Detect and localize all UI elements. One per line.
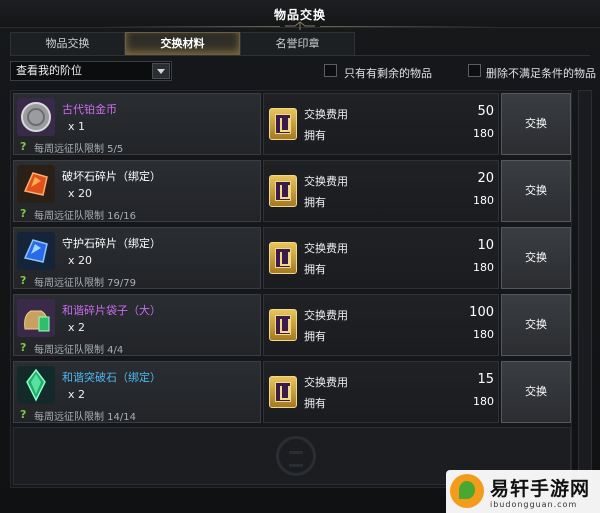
cost-label: 交换费用 <box>304 242 348 255</box>
item-info: 守护石碎片（绑定） x 20 ? 每周远征队限制 79/79 <box>13 227 261 289</box>
refresh-watermark-icon <box>276 436 316 476</box>
cost-panel: 交换费用 拥有 100 180 <box>263 294 499 356</box>
item-quantity: x 20 <box>68 187 93 200</box>
cost-value: 50 <box>477 104 494 119</box>
item-quantity: x 2 <box>68 388 86 401</box>
honor-seal-currency-icon <box>269 309 297 341</box>
item-quantity: x 2 <box>68 321 86 334</box>
cost-label: 交换费用 <box>304 309 348 322</box>
filter-row: 查看我的阶位 只有有剩余的物品 删除不满足条件的物品 <box>10 61 596 83</box>
cost-label: 交换费用 <box>304 175 348 188</box>
owned-label: 拥有 <box>304 397 326 410</box>
owned-label: 拥有 <box>304 263 326 276</box>
cost-value: 10 <box>477 238 494 253</box>
title-ornament-line-right <box>320 26 500 27</box>
cost-panel: 交换费用 拥有 15 180 <box>263 361 499 423</box>
owned-value: 180 <box>473 395 494 408</box>
question-icon[interactable]: ? <box>20 207 26 220</box>
cost-panel: 交换费用 拥有 20 180 <box>263 160 499 222</box>
tab-bar: 物品交换 交换材料 名誉印章 <box>10 32 356 56</box>
hide-unmet-label: 删除不满足条件的物品 <box>486 67 596 80</box>
cost-value: 15 <box>477 372 494 387</box>
ancient-platinum-coin-icon <box>17 98 55 136</box>
exchange-window: 物品交换 物品交换 交换材料 名誉印章 查看我的阶位 只有有剩余的物品 删除不满… <box>0 0 600 513</box>
tab-item-exchange[interactable]: 物品交换 <box>10 32 125 56</box>
weekly-limit: 每周远征队限制 16/16 <box>34 211 136 222</box>
destruction-stone-fragment-icon <box>17 165 55 203</box>
guardian-stone-fragment-icon <box>17 232 55 270</box>
item-name: 古代铂金币 <box>62 103 117 116</box>
tab-exchange-materials[interactable]: 交换材料 <box>125 32 240 56</box>
item-name: 和谐突破石（绑定） <box>62 371 161 384</box>
exchange-button[interactable]: 交换 <box>501 93 571 155</box>
owned-value: 180 <box>473 261 494 274</box>
item-name: 和谐碎片袋子（大） <box>62 304 161 317</box>
question-icon[interactable]: ? <box>20 274 26 287</box>
list-item: 守护石碎片（绑定） x 20 ? 每周远征队限制 79/79 交换费用 拥有 1… <box>13 227 571 289</box>
only-remaining-label: 只有有剩余的物品 <box>344 67 432 80</box>
item-info: 和谐突破石（绑定） x 2 ? 每周远征队限制 14/14 <box>13 361 261 423</box>
watermark-text: 易轩手游网 <box>490 478 591 500</box>
list-item: 和谐突破石（绑定） x 2 ? 每周远征队限制 14/14 交换费用 拥有 15… <box>13 361 571 423</box>
watermark-logo-icon <box>450 474 484 508</box>
title-ornament-line-left <box>100 26 280 27</box>
cost-label: 交换费用 <box>304 108 348 121</box>
item-name: 破坏石碎片（绑定） <box>62 170 161 183</box>
tab-honor-seals[interactable]: 名誉印章 <box>240 32 355 56</box>
exchange-button[interactable]: 交换 <box>501 361 571 423</box>
honor-seal-currency-icon <box>269 242 297 274</box>
item-quantity: x 1 <box>68 120 86 133</box>
exchange-button[interactable]: 交换 <box>501 294 571 356</box>
item-quantity: x 20 <box>68 254 93 267</box>
hide-unmet-checkbox[interactable] <box>468 64 481 77</box>
cost-value: 20 <box>477 171 494 186</box>
scrollbar[interactable] <box>578 90 592 488</box>
tabs-divider <box>10 55 590 56</box>
owned-value: 180 <box>473 194 494 207</box>
exchange-button[interactable]: 交换 <box>501 227 571 289</box>
owned-label: 拥有 <box>304 129 326 142</box>
item-info: 破坏石碎片（绑定） x 20 ? 每周远征队限制 16/16 <box>13 160 261 222</box>
weekly-limit: 每周远征队限制 14/14 <box>34 412 136 423</box>
weekly-limit: 每周远征队限制 79/79 <box>34 278 136 289</box>
chevron-down-icon[interactable] <box>152 63 170 79</box>
cost-label: 交换费用 <box>304 376 348 389</box>
item-name: 守护石碎片（绑定） <box>62 237 161 250</box>
title-bar: 物品交换 <box>0 0 600 30</box>
list-item: 和谐碎片袋子（大） x 2 ? 每周远征队限制 4/4 交换费用 拥有 100 … <box>13 294 571 356</box>
list-item: 破坏石碎片（绑定） x 20 ? 每周远征队限制 16/16 交换费用 拥有 2… <box>13 160 571 222</box>
exchange-list: 古代铂金币 x 1 ? 每周远征队限制 5/5 交换费用 拥有 50 180 交… <box>10 90 572 488</box>
item-info: 和谐碎片袋子（大） x 2 ? 每周远征队限制 4/4 <box>13 294 261 356</box>
owned-value: 180 <box>473 328 494 341</box>
weekly-limit: 每周远征队限制 4/4 <box>34 345 124 356</box>
tier-select[interactable]: 查看我的阶位 <box>10 61 172 81</box>
harmony-leapstone-icon <box>17 366 55 404</box>
only-remaining-checkbox[interactable] <box>324 64 337 77</box>
question-icon[interactable]: ? <box>20 408 26 421</box>
question-icon[interactable]: ? <box>20 140 26 153</box>
list-item: 古代铂金币 x 1 ? 每周远征队限制 5/5 交换费用 拥有 50 180 交… <box>13 93 571 155</box>
site-watermark: 易轩手游网 ibudongguan.com <box>446 470 600 513</box>
weekly-limit: 每周远征队限制 5/5 <box>34 144 124 155</box>
harmony-shard-pouch-icon <box>17 299 55 337</box>
question-icon[interactable]: ? <box>20 341 26 354</box>
owned-label: 拥有 <box>304 330 326 343</box>
cost-panel: 交换费用 拥有 10 180 <box>263 227 499 289</box>
item-info: 古代铂金币 x 1 ? 每周远征队限制 5/5 <box>13 93 261 155</box>
cost-value: 100 <box>469 305 494 320</box>
exchange-button[interactable]: 交换 <box>501 160 571 222</box>
tier-select-value: 查看我的阶位 <box>16 64 82 77</box>
watermark-url: ibudongguan.com <box>490 500 578 509</box>
owned-label: 拥有 <box>304 196 326 209</box>
honor-seal-currency-icon <box>269 108 297 140</box>
honor-seal-currency-icon <box>269 376 297 408</box>
honor-seal-currency-icon <box>269 175 297 207</box>
title-ornament-icon <box>285 21 315 30</box>
cost-panel: 交换费用 拥有 50 180 <box>263 93 499 155</box>
owned-value: 180 <box>473 127 494 140</box>
